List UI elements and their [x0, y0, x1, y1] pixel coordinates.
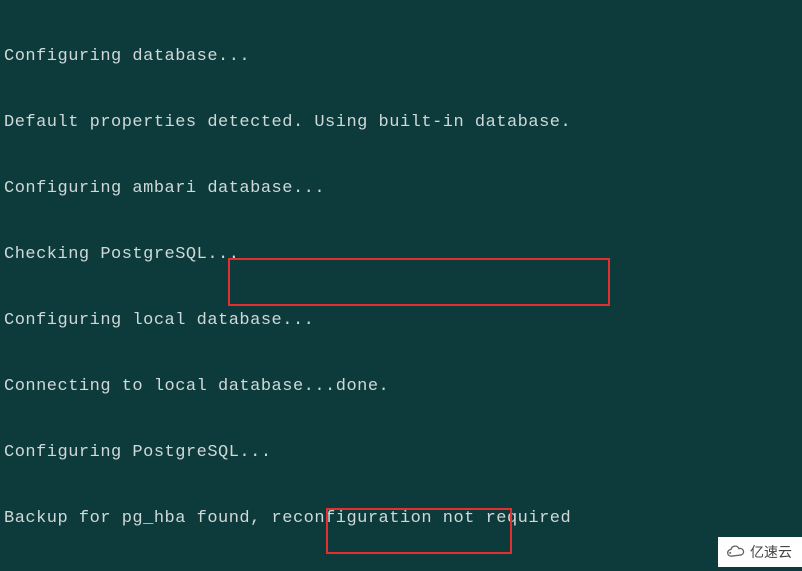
- output-line: Configuring database...: [4, 46, 798, 68]
- output-line: Configuring PostgreSQL...: [4, 442, 798, 464]
- watermark-badge: 亿速云: [718, 537, 802, 567]
- cloud-icon: [726, 545, 746, 559]
- output-line: Configuring ambari database...: [4, 178, 798, 200]
- output-line: Backup for pg_hba found, reconfiguration…: [4, 508, 798, 530]
- terminal-output[interactable]: Configuring database... Default properti…: [0, 0, 802, 571]
- output-line: Configuring local database...: [4, 310, 798, 332]
- output-line: Checking PostgreSQL...: [4, 244, 798, 266]
- output-line: Default properties detected. Using built…: [4, 112, 798, 134]
- watermark-text: 亿速云: [750, 541, 792, 563]
- output-line: Connecting to local database...done.: [4, 376, 798, 398]
